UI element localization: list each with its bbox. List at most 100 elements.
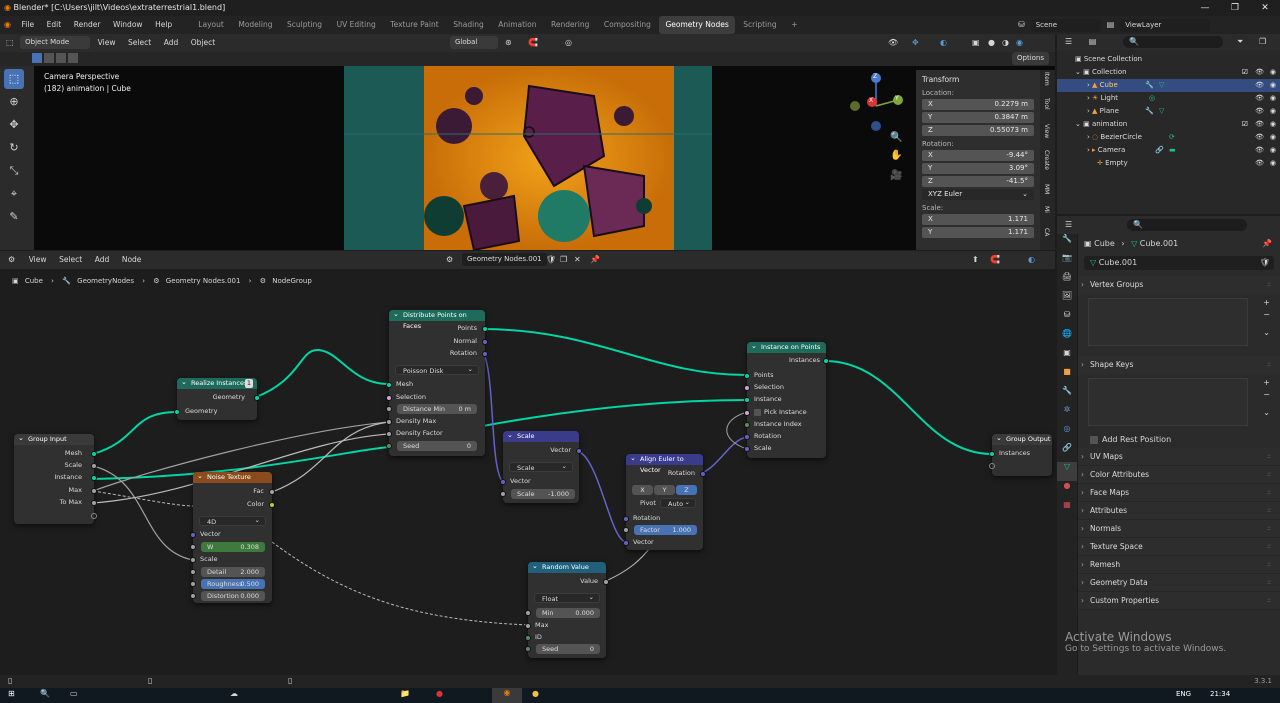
expand-icon[interactable]: › — [1087, 94, 1090, 102]
menu-render[interactable]: Render — [69, 16, 106, 34]
move-tool-icon[interactable]: ✥ — [4, 115, 24, 135]
outliner-type-icon[interactable]: ☰ — [1057, 37, 1072, 46]
section-attributes[interactable]: Attributes — [1078, 502, 1280, 520]
socket-input[interactable] — [190, 532, 196, 538]
section-geometry-data[interactable]: Geometry Data — [1078, 574, 1280, 592]
eye-icon[interactable]: 👁 — [1255, 79, 1264, 92]
axis-z-button[interactable]: Z — [676, 485, 697, 495]
socket-input[interactable] — [623, 516, 629, 522]
outliner-row-camera[interactable]: › ▸ Camera 🔗 ▬ 👁 ◉ — [1057, 144, 1280, 157]
section-color-attributes[interactable]: Color Attributes — [1078, 466, 1280, 484]
node-menu-select[interactable]: Select — [54, 251, 87, 269]
node-instance-on-points[interactable]: Instance on Points Instances Points Sele… — [744, 341, 829, 458]
tab-rendering[interactable]: Rendering — [545, 16, 595, 34]
distortion-field[interactable]: Distortion 0.000 — [201, 591, 265, 601]
section-texture-space[interactable]: Texture Space — [1078, 538, 1280, 556]
npanel-tab-mm[interactable]: MM — [1040, 184, 1050, 206]
socket-input[interactable] — [386, 395, 392, 401]
detail-field[interactable]: Detail 2.000 — [201, 567, 265, 577]
expand-icon[interactable]: › — [1087, 81, 1090, 89]
socket-input[interactable] — [525, 635, 531, 641]
socket-output[interactable] — [482, 326, 488, 332]
view-layer-tab-icon[interactable]: 🖼 — [1057, 291, 1077, 310]
shape-keys-listbox[interactable] — [1088, 378, 1248, 426]
breadcrumb-tree[interactable]: Geometry Nodes.001 — [162, 277, 241, 285]
camera-render-icon[interactable]: ◉ — [1270, 144, 1276, 157]
section-vertex-groups[interactable]: Vertex Groups — [1078, 276, 1280, 294]
socket-input[interactable] — [190, 544, 196, 550]
socket-input[interactable] — [525, 623, 531, 629]
node-tree-selector[interactable]: Geometry Nodes.001 — [462, 253, 547, 266]
add-rest-position-checkbox[interactable]: Add Rest Position — [1078, 432, 1280, 448]
object-tab-icon[interactable]: ■ — [1057, 367, 1077, 386]
tab-layout[interactable]: Layout — [192, 16, 230, 34]
overlay-toggle-icon[interactable]: ◐ — [940, 34, 947, 52]
expand-icon[interactable]: ⌄ — [1075, 68, 1081, 76]
breadcrumb-modifier[interactable]: GeometryNodes — [73, 277, 134, 285]
navigation-gizmo[interactable]: Z Y X — [850, 72, 910, 132]
dropdown-icon[interactable]: ⌄ — [1263, 408, 1270, 417]
add-icon[interactable]: + — [1263, 378, 1270, 387]
eye-icon[interactable]: 👁 — [1255, 66, 1264, 79]
tab-compositing[interactable]: Compositing — [598, 16, 657, 34]
socket-output[interactable] — [254, 395, 260, 401]
pan-hand-icon[interactable]: ✋ — [890, 150, 902, 161]
socket-output[interactable] — [269, 502, 275, 508]
socket-output[interactable] — [823, 358, 829, 364]
visibility-icon[interactable]: 👁 — [888, 34, 898, 52]
socket-input[interactable] — [744, 422, 750, 428]
socket-input[interactable] — [623, 527, 629, 533]
node-random-value[interactable]: Random Value Value Float Min0.000 Max ID… — [525, 561, 609, 658]
new-collection-icon[interactable]: ❐ — [1259, 34, 1266, 50]
socket-input[interactable] — [500, 491, 506, 497]
output-tab-icon[interactable]: 🖨 — [1057, 272, 1077, 291]
socket-input[interactable] — [386, 382, 392, 388]
rotation-x-field[interactable]: X -9.44° — [922, 150, 1034, 161]
properties-type-icon[interactable]: ☰ — [1057, 220, 1072, 229]
camera-view-icon[interactable]: 🎥 — [890, 170, 902, 181]
scene-tab-icon[interactable]: ⛁ — [1057, 310, 1077, 329]
zoom-icon[interactable]: 🔍 — [890, 132, 902, 143]
location-y-field[interactable]: Y 0.3847 m — [922, 112, 1034, 123]
cursor-tool-icon[interactable]: ⊕ — [4, 92, 24, 112]
tab-scripting[interactable]: Scripting — [737, 16, 782, 34]
socket-output[interactable] — [700, 471, 706, 477]
outliner-row-cube[interactable]: › ▲ Cube 🔧 ▽ 👁 ◉ — [1057, 79, 1280, 92]
eye-icon[interactable]: 👁 — [1255, 105, 1264, 118]
distribute-mode-dropdown[interactable]: Poisson Disk — [395, 364, 479, 375]
socket-input[interactable] — [744, 434, 750, 440]
npanel-tab-mi[interactable]: Mi — [1040, 206, 1050, 228]
npanel-tab-item[interactable]: Item — [1040, 72, 1050, 98]
node-menu-view[interactable]: View — [24, 251, 52, 269]
node-group-output[interactable]: Group Output Instances — [989, 433, 1052, 476]
start-icon[interactable]: ⊞ — [8, 689, 15, 698]
socket-input[interactable] — [386, 431, 392, 437]
outliner-search-field[interactable]: 🔍 — [1123, 36, 1223, 48]
render-tab-icon[interactable]: 📷 — [1057, 253, 1077, 272]
rotation-y-field[interactable]: Y 3.09° — [922, 163, 1034, 174]
annotate-tool-icon[interactable]: ✎ — [4, 207, 24, 227]
socket-output[interactable] — [91, 500, 97, 506]
outliner-row-scene-collection[interactable]: ▣ Scene Collection — [1057, 53, 1280, 66]
socket-input[interactable] — [525, 646, 531, 652]
vertex-groups-listbox[interactable] — [1088, 298, 1248, 346]
location-x-field[interactable]: X 0.2279 m — [922, 99, 1034, 110]
fake-user-icon[interactable]: 🛡 — [1260, 256, 1270, 270]
camera-render-icon[interactable]: ◉ — [1270, 79, 1276, 92]
socket-input[interactable] — [744, 385, 750, 391]
viewport-menu-add[interactable]: Add — [159, 34, 184, 52]
language-indicator[interactable]: ENG — [1176, 690, 1191, 698]
min-field[interactable]: Min 0.000 — [536, 608, 600, 618]
section-uv-maps[interactable]: UV Maps — [1078, 448, 1280, 466]
node-menu-node[interactable]: Node — [117, 251, 147, 269]
outliner-row-empty[interactable]: ✛ Empty 👁 ◉ — [1057, 157, 1280, 170]
pin-icon[interactable]: 📌 — [1262, 234, 1272, 254]
socket-input[interactable] — [623, 540, 629, 546]
browser-icon[interactable]: ● — [436, 689, 443, 698]
modifier-tab-icon[interactable]: 🔧 — [1057, 386, 1077, 405]
taskview-icon[interactable]: ▭ — [70, 689, 78, 698]
xray-icon[interactable]: ▣ — [972, 34, 980, 52]
pick-instance-checkbox[interactable]: Pick Instance — [754, 407, 807, 418]
node-noise-texture[interactable]: Noise Texture Fac Color 4D Vector W0.308… — [190, 471, 275, 603]
viewport-menu-object[interactable]: Object — [186, 34, 220, 52]
